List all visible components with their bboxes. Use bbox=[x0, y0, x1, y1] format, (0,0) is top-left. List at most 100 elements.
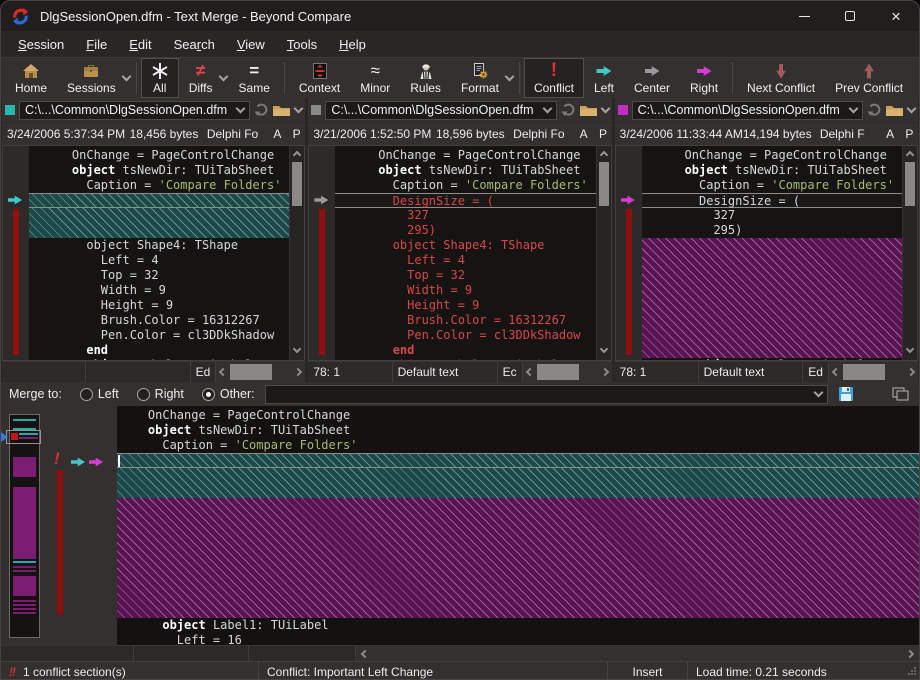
maximize-button[interactable] bbox=[827, 1, 873, 31]
toolbar-context-button[interactable]: Context bbox=[289, 58, 350, 98]
right-editor[interactable]: OnChange = PageControlChange object tsNe… bbox=[615, 145, 918, 361]
browse-folder-button[interactable] bbox=[579, 103, 598, 117]
horizontal-scrollbar[interactable] bbox=[522, 362, 612, 382]
vertical-scrollbar[interactable] bbox=[902, 146, 917, 360]
vertical-scrollbar[interactable] bbox=[289, 146, 304, 360]
scrollbar-thumb[interactable] bbox=[292, 162, 302, 206]
take-right-arrow-icon[interactable] bbox=[89, 457, 103, 467]
scrollbar-thumb[interactable] bbox=[537, 364, 579, 380]
center-file-path-combobox[interactable]: C:\...\Common\DlgSessionOpen.dfm bbox=[325, 101, 556, 120]
editable-label: Ec bbox=[498, 362, 522, 382]
code-line: 327 bbox=[642, 208, 902, 223]
pane-layout-button[interactable] bbox=[890, 385, 911, 404]
toolbar-prev-conflict-button[interactable]: Prev Conflict bbox=[825, 58, 913, 98]
window-title: DlgSessionOpen.dfm - Text Merge - Beyond… bbox=[40, 9, 351, 24]
toolbar-conflict-button[interactable]: !Conflict bbox=[524, 58, 584, 98]
radio-icon[interactable] bbox=[80, 388, 93, 401]
chevron-down-icon[interactable] bbox=[236, 104, 246, 114]
minimize-button[interactable] bbox=[781, 1, 827, 31]
center-editor[interactable]: OnChange = PageControlChange object tsNe… bbox=[308, 145, 611, 361]
menu-tools[interactable]: Tools bbox=[276, 34, 328, 55]
toolbar-center-button[interactable]: Center bbox=[624, 58, 680, 98]
toolbar-same-button[interactable]: =Same bbox=[229, 58, 280, 98]
toolbar-rules-button[interactable]: Rules bbox=[400, 58, 451, 98]
scrollbar-thumb[interactable] bbox=[230, 364, 272, 380]
toolbar-home-button[interactable]: Home bbox=[5, 58, 57, 98]
merge-output-combobox[interactable] bbox=[265, 385, 828, 404]
take-left-arrow-icon[interactable] bbox=[71, 457, 85, 467]
chevron-down-icon[interactable] bbox=[814, 388, 824, 398]
chevron-down-icon[interactable] bbox=[294, 104, 304, 114]
scroll-left-icon[interactable] bbox=[832, 368, 840, 376]
reload-file-button[interactable] bbox=[254, 103, 268, 117]
scrollbar-thumb[interactable] bbox=[843, 364, 885, 380]
menu-search[interactable]: Search bbox=[163, 34, 226, 55]
toolbar-minor-button[interactable]: ≈Minor bbox=[350, 58, 400, 98]
resize-grip[interactable] bbox=[907, 665, 917, 679]
menu-file[interactable]: File bbox=[75, 34, 118, 55]
reload-file-button[interactable] bbox=[867, 103, 881, 117]
radio-icon[interactable] bbox=[137, 388, 150, 401]
toolbar-left-button[interactable]: Left bbox=[584, 58, 624, 98]
chevron-down-icon[interactable] bbox=[849, 104, 859, 114]
scroll-right-icon[interactable] bbox=[907, 368, 915, 376]
close-button[interactable]: × bbox=[873, 1, 919, 31]
chevron-down-icon[interactable] bbox=[907, 104, 917, 114]
menu-session[interactable]: Session bbox=[7, 34, 75, 55]
scroll-up-icon[interactable] bbox=[293, 151, 301, 159]
menu-view[interactable]: View bbox=[226, 34, 276, 55]
toolbar-all-button[interactable]: All bbox=[141, 58, 179, 98]
section-arrow-icon[interactable] bbox=[621, 195, 635, 205]
scroll-down-icon[interactable] bbox=[906, 345, 914, 353]
toolbar-right-button[interactable]: Right bbox=[680, 58, 728, 98]
vertical-scrollbar[interactable] bbox=[596, 146, 611, 360]
radio-icon[interactable] bbox=[202, 388, 215, 401]
toolbar-format-button[interactable]: Format bbox=[451, 58, 509, 98]
right-file-path-combobox[interactable]: C:\...\Common\DlgSessionOpen.dfm bbox=[632, 101, 863, 120]
scroll-down-icon[interactable] bbox=[293, 345, 301, 353]
overview-block bbox=[13, 570, 36, 572]
overview-map[interactable] bbox=[9, 414, 40, 638]
merge-to-other-radio[interactable]: Other: bbox=[202, 387, 255, 401]
browse-folder-button[interactable] bbox=[272, 103, 291, 117]
merge-horizontal-scrollbar[interactable] bbox=[356, 646, 919, 661]
merge-output-pane[interactable]: ! OnChange = PageControlChange object ts… bbox=[1, 406, 919, 645]
menu-help[interactable]: Help bbox=[328, 34, 377, 55]
scroll-left-icon[interactable] bbox=[525, 368, 533, 376]
left-pane-status: Ed bbox=[2, 361, 305, 382]
merge-to-left-radio[interactable]: Left bbox=[80, 387, 119, 401]
right-pane-status: 78: 1Default textEd bbox=[615, 361, 918, 382]
left-file-path-combobox[interactable]: C:\...\Common\DlgSessionOpen.dfm bbox=[19, 101, 250, 120]
horizontal-scrollbar[interactable] bbox=[215, 362, 305, 382]
browse-folder-button[interactable] bbox=[885, 103, 904, 117]
merge-editor[interactable]: OnChange = PageControlChange object tsNe… bbox=[117, 406, 919, 645]
chevron-down-icon[interactable] bbox=[600, 104, 610, 114]
scrollbar-thumb[interactable] bbox=[905, 162, 915, 206]
toolbar-diffs-button[interactable]: ≠Diffs bbox=[179, 58, 223, 98]
horizontal-scrollbar[interactable] bbox=[828, 362, 918, 382]
reload-file-button[interactable] bbox=[561, 103, 575, 117]
pane-columns: C:\...\Common\DlgSessionOpen.dfm3/24/200… bbox=[1, 98, 919, 382]
scroll-left-icon[interactable] bbox=[361, 650, 369, 658]
section-arrow-icon[interactable] bbox=[314, 195, 328, 205]
toolbar-sessions-button[interactable]: Sessions bbox=[57, 58, 126, 98]
briefcase-icon bbox=[82, 62, 100, 81]
merge-to-right-radio[interactable]: Right bbox=[137, 387, 184, 401]
menu-edit[interactable]: Edit bbox=[118, 34, 162, 55]
scroll-left-icon[interactable] bbox=[219, 368, 227, 376]
toolbar-next-conflict-button[interactable]: Next Conflict bbox=[737, 58, 825, 98]
scroll-down-icon[interactable] bbox=[599, 345, 607, 353]
scroll-up-icon[interactable] bbox=[599, 151, 607, 159]
scroll-right-icon[interactable] bbox=[906, 650, 914, 658]
overview-block bbox=[13, 561, 36, 563]
scroll-right-icon[interactable] bbox=[294, 368, 302, 376]
scroll-up-icon[interactable] bbox=[906, 151, 914, 159]
center-pane-status: 78: 1Default textEc bbox=[308, 361, 611, 382]
section-arrow-icon[interactable] bbox=[8, 195, 22, 205]
save-button[interactable] bbox=[836, 384, 856, 404]
chevron-down-icon[interactable] bbox=[542, 104, 552, 114]
left-editor[interactable]: OnChange = PageControlChange object tsNe… bbox=[2, 145, 305, 361]
scrollbar-thumb[interactable] bbox=[599, 162, 609, 206]
asterisk-icon bbox=[151, 62, 169, 81]
scroll-right-icon[interactable] bbox=[600, 368, 608, 376]
